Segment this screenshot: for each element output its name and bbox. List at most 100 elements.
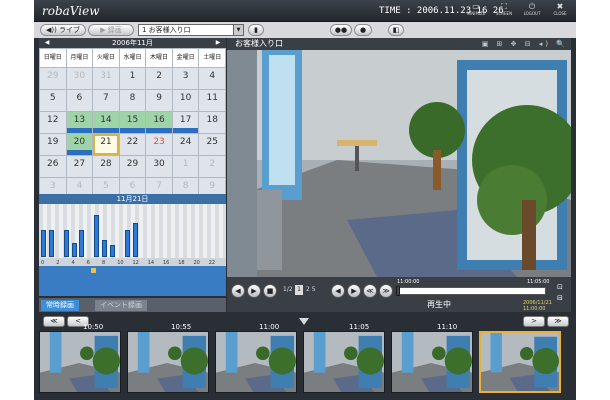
calendar-day[interactable]: 16 <box>146 112 172 133</box>
calendar-grid: 29 30 31 1 2 3 4 5 6 7 8 9 10 11 12 13 14 15 16 17 18 19 20 21 2… <box>39 68 226 199</box>
calendar-day[interactable]: 14 <box>93 112 119 133</box>
camera-select[interactable]: 1 お客様入り口 ▼ <box>138 24 244 36</box>
calendar-day[interactable]: 2 <box>199 156 225 177</box>
time-strip[interactable] <box>39 266 226 296</box>
calendar-day[interactable]: 22 <box>119 134 146 155</box>
record-button[interactable]: ▶ 録画 <box>88 24 134 36</box>
calendar: ◀ 2006年11月 ▶ 日曜日 月曜日 火曜日 水曜日 木曜日 金曜日 土曜日 29 30 3… <box>39 38 226 199</box>
activity-bar[interactable] <box>94 215 100 257</box>
activity-bar[interactable] <box>102 240 107 257</box>
calendar-day[interactable]: 2 <box>146 68 172 89</box>
calendar-day[interactable]: 30 <box>66 68 93 89</box>
calendar-day[interactable]: 7 <box>93 90 119 111</box>
thumbnail-frame[interactable] <box>391 331 473 393</box>
tab-regular-recording[interactable]: 常時録画 <box>41 300 79 311</box>
time-marker[interactable] <box>91 268 96 273</box>
calendar-day[interactable]: 5 <box>40 90 66 111</box>
thumb-time-4: 11:10 <box>437 323 458 331</box>
calendar-day[interactable]: 10 <box>172 90 199 111</box>
thumbnail-navigation: ≪ < 10:50 10:55 11:00 11:05 11:10 > ≫ <box>39 314 571 331</box>
thumbnail-frame[interactable] <box>127 331 209 393</box>
close-label: CLOSE <box>553 11 567 16</box>
calendar-day[interactable]: 13 <box>66 112 93 133</box>
calendar-day[interactable]: 15 <box>119 112 146 133</box>
chevron-down-icon: ▼ <box>233 25 243 35</box>
calendar-month: 2006年11月 <box>112 39 153 47</box>
rewind-button[interactable]: ◀ <box>331 284 345 298</box>
calendar-day[interactable]: 23 <box>146 134 172 155</box>
calendar-day[interactable]: 18 <box>199 112 225 133</box>
calendar-day[interactable]: 9 <box>146 90 172 111</box>
thumbnail-frame[interactable] <box>479 331 561 393</box>
weekday-row: 日曜日 月曜日 火曜日 水曜日 木曜日 金曜日 土曜日 <box>39 48 226 68</box>
activity-bar[interactable] <box>41 229 46 257</box>
camera-icon[interactable]: ▮ <box>248 24 264 36</box>
camera-select-value: 1 お客様入り口 <box>142 26 191 34</box>
calendar-day[interactable]: 25 <box>199 134 225 155</box>
calendar-day[interactable]: 12 <box>40 112 66 133</box>
calendar-day[interactable]: 29 <box>119 156 146 177</box>
users-icon[interactable]: ●● <box>330 24 352 36</box>
activity-bar[interactable] <box>124 229 130 257</box>
calendar-day[interactable]: 24 <box>172 134 199 155</box>
activity-bar[interactable] <box>109 244 115 257</box>
calendar-day[interactable]: 1 <box>119 68 146 89</box>
calendar-day[interactable]: 31 <box>93 68 119 89</box>
slider-thumb[interactable] <box>396 286 400 296</box>
activity-bar[interactable] <box>71 242 77 257</box>
calendar-day[interactable]: 19 <box>40 134 66 155</box>
page-others[interactable]: 2 5 <box>306 286 316 293</box>
next-month-button[interactable]: ▶ <box>212 38 224 48</box>
fast-forward-button[interactable]: ≫ <box>379 284 393 298</box>
panel-icon[interactable]: ◧ <box>388 24 404 36</box>
weekday-1: 月曜日 <box>66 49 93 67</box>
activity-bar[interactable] <box>63 229 69 257</box>
thumbnail-frame[interactable] <box>39 331 121 393</box>
playback-timestamp: 2006/11/21 11:00:00 <box>523 300 552 312</box>
save-icon[interactable]: ⊟ <box>557 294 563 302</box>
activity-bar[interactable] <box>79 229 85 257</box>
calendar-day[interactable]: 8 <box>119 90 146 111</box>
calendar-day[interactable]: 17 <box>172 112 199 133</box>
start-time: 11:00:00 <box>397 279 420 285</box>
prev-button[interactable]: ◀ <box>231 284 245 298</box>
logout-button[interactable]: ⏻ LOGOUT <box>520 2 544 20</box>
screen-button[interactable]: ⛶ SCREEN <box>492 2 516 20</box>
live-button[interactable]: ◀)) ライブ <box>40 24 86 36</box>
calendar-day[interactable]: 26 <box>40 156 66 177</box>
calendar-day[interactable]: 20 <box>66 134 93 155</box>
calendar-day[interactable]: 3 <box>172 68 199 89</box>
snapshot-icon[interactable]: ⊡ <box>557 283 563 291</box>
thumbnail-frame[interactable] <box>303 331 385 393</box>
playback-status: 再生中 <box>427 300 451 309</box>
tab-event-recording[interactable]: イベント録画 <box>95 300 147 311</box>
thumb-next-button[interactable]: > <box>523 316 545 327</box>
calendar-day[interactable]: 6 <box>66 90 93 111</box>
calendar-day[interactable]: 21 <box>93 134 119 155</box>
close-button[interactable]: ✖ CLOSE <box>548 2 572 20</box>
fast-rewind-button[interactable]: ≪ <box>363 284 377 298</box>
activity-bar[interactable] <box>48 229 54 257</box>
calendar-day[interactable]: 28 <box>93 156 119 177</box>
activity-bar[interactable] <box>132 222 138 257</box>
thumb-next-page-button[interactable]: ≫ <box>547 316 569 327</box>
page-current[interactable]: 1 <box>295 285 303 295</box>
stop-button[interactable]: ■ <box>263 284 277 298</box>
calendar-day[interactable]: 1 <box>172 156 199 177</box>
calendar-day[interactable]: 4 <box>199 68 225 89</box>
thumbnail-frame[interactable] <box>215 331 297 393</box>
forward-button[interactable]: ▶ <box>347 284 361 298</box>
viewer-tool-icons[interactable]: ▣ ⊞ ✥ ⊟ ◂) 🔍 <box>482 38 568 50</box>
minimize-button[interactable]: ▭ MINIMIZE <box>464 2 488 20</box>
play-button[interactable]: ▶ <box>247 284 261 298</box>
user-icon[interactable]: ● <box>354 24 372 36</box>
playback-slider[interactable] <box>396 286 546 296</box>
calendar-day[interactable]: 11 <box>199 90 225 111</box>
calendar-day[interactable]: 30 <box>146 156 172 177</box>
thumb-prev-page-button[interactable]: ≪ <box>43 316 65 327</box>
playback-controls: ◀ ▶ ■ 1/2 1 2 5 ◀ ▶ ≪ ≫ 11:00:00 11:05:0… <box>227 277 571 312</box>
calendar-day[interactable]: 27 <box>66 156 93 177</box>
prev-month-button[interactable]: ◀ <box>41 38 53 48</box>
hourly-activity-chart[interactable]: 0 2 4 6 8 10 12 14 16 18 20 22 <box>39 204 226 266</box>
calendar-day[interactable]: 29 <box>40 68 66 89</box>
